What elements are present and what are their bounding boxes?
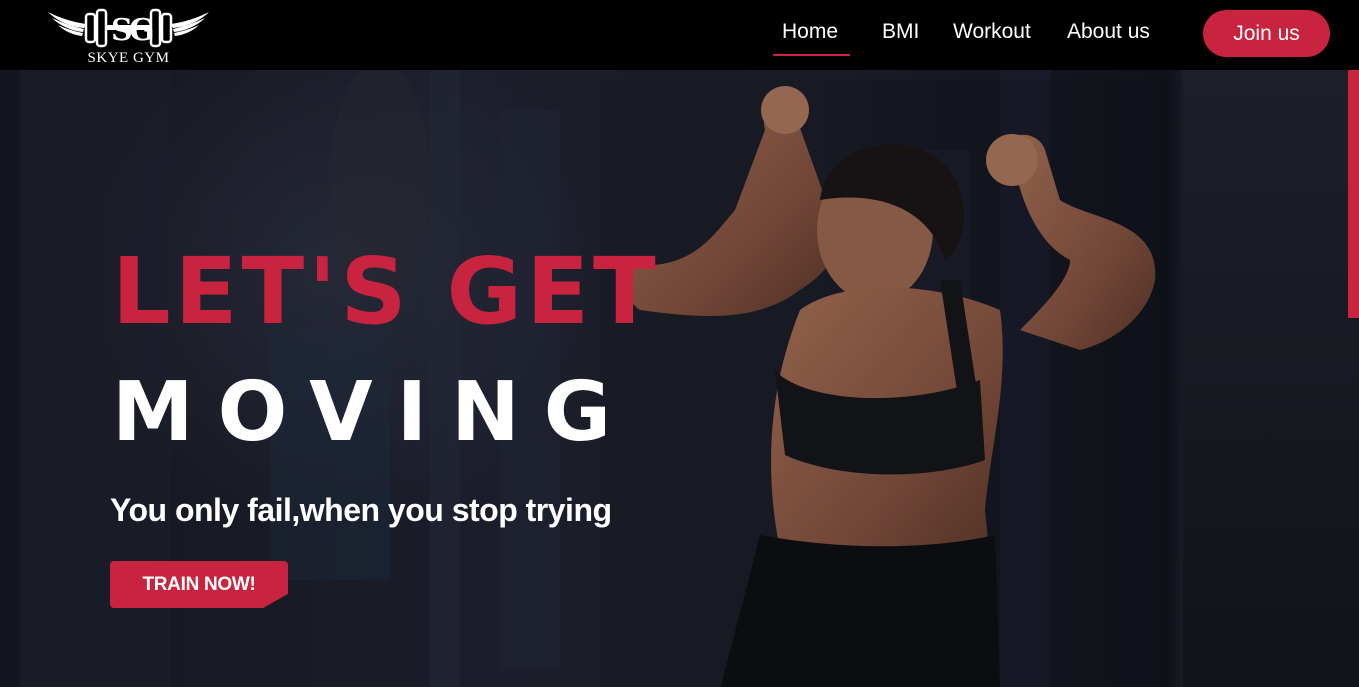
scrollbar-thumb[interactable] (1348, 70, 1359, 318)
hero-title-line-2: MOVING (112, 365, 636, 460)
site-logo[interactable]: S G SKYE GYM (46, 6, 211, 68)
active-nav-indicator (773, 54, 850, 56)
join-us-button[interactable]: Join us (1203, 10, 1330, 57)
nav-link-workout[interactable]: Workout (953, 20, 1031, 44)
page: S G SKYE GYM Home BMI Workout About us J… (0, 0, 1359, 687)
logo-text: SKYE GYM (87, 50, 170, 66)
nav-link-about-us[interactable]: About us (1067, 20, 1150, 44)
train-now-button[interactable]: TRAIN NOW! (110, 561, 288, 608)
nav-link-bmi[interactable]: BMI (882, 20, 919, 44)
athlete-image (600, 80, 1170, 687)
navbar: S G SKYE GYM Home BMI Workout About us J… (0, 0, 1359, 70)
hero-title-line-1: LET'S GET (112, 238, 660, 345)
nav-link-home[interactable]: Home (782, 20, 838, 44)
svg-text:G: G (129, 13, 155, 48)
winged-dumbbell-icon: S G (48, 8, 209, 48)
hero-tagline: You only fail,when you stop trying (110, 492, 612, 528)
side-panel (1183, 70, 1359, 687)
hero-section: LET'S GET MOVING You only fail,when you … (0, 70, 1359, 687)
